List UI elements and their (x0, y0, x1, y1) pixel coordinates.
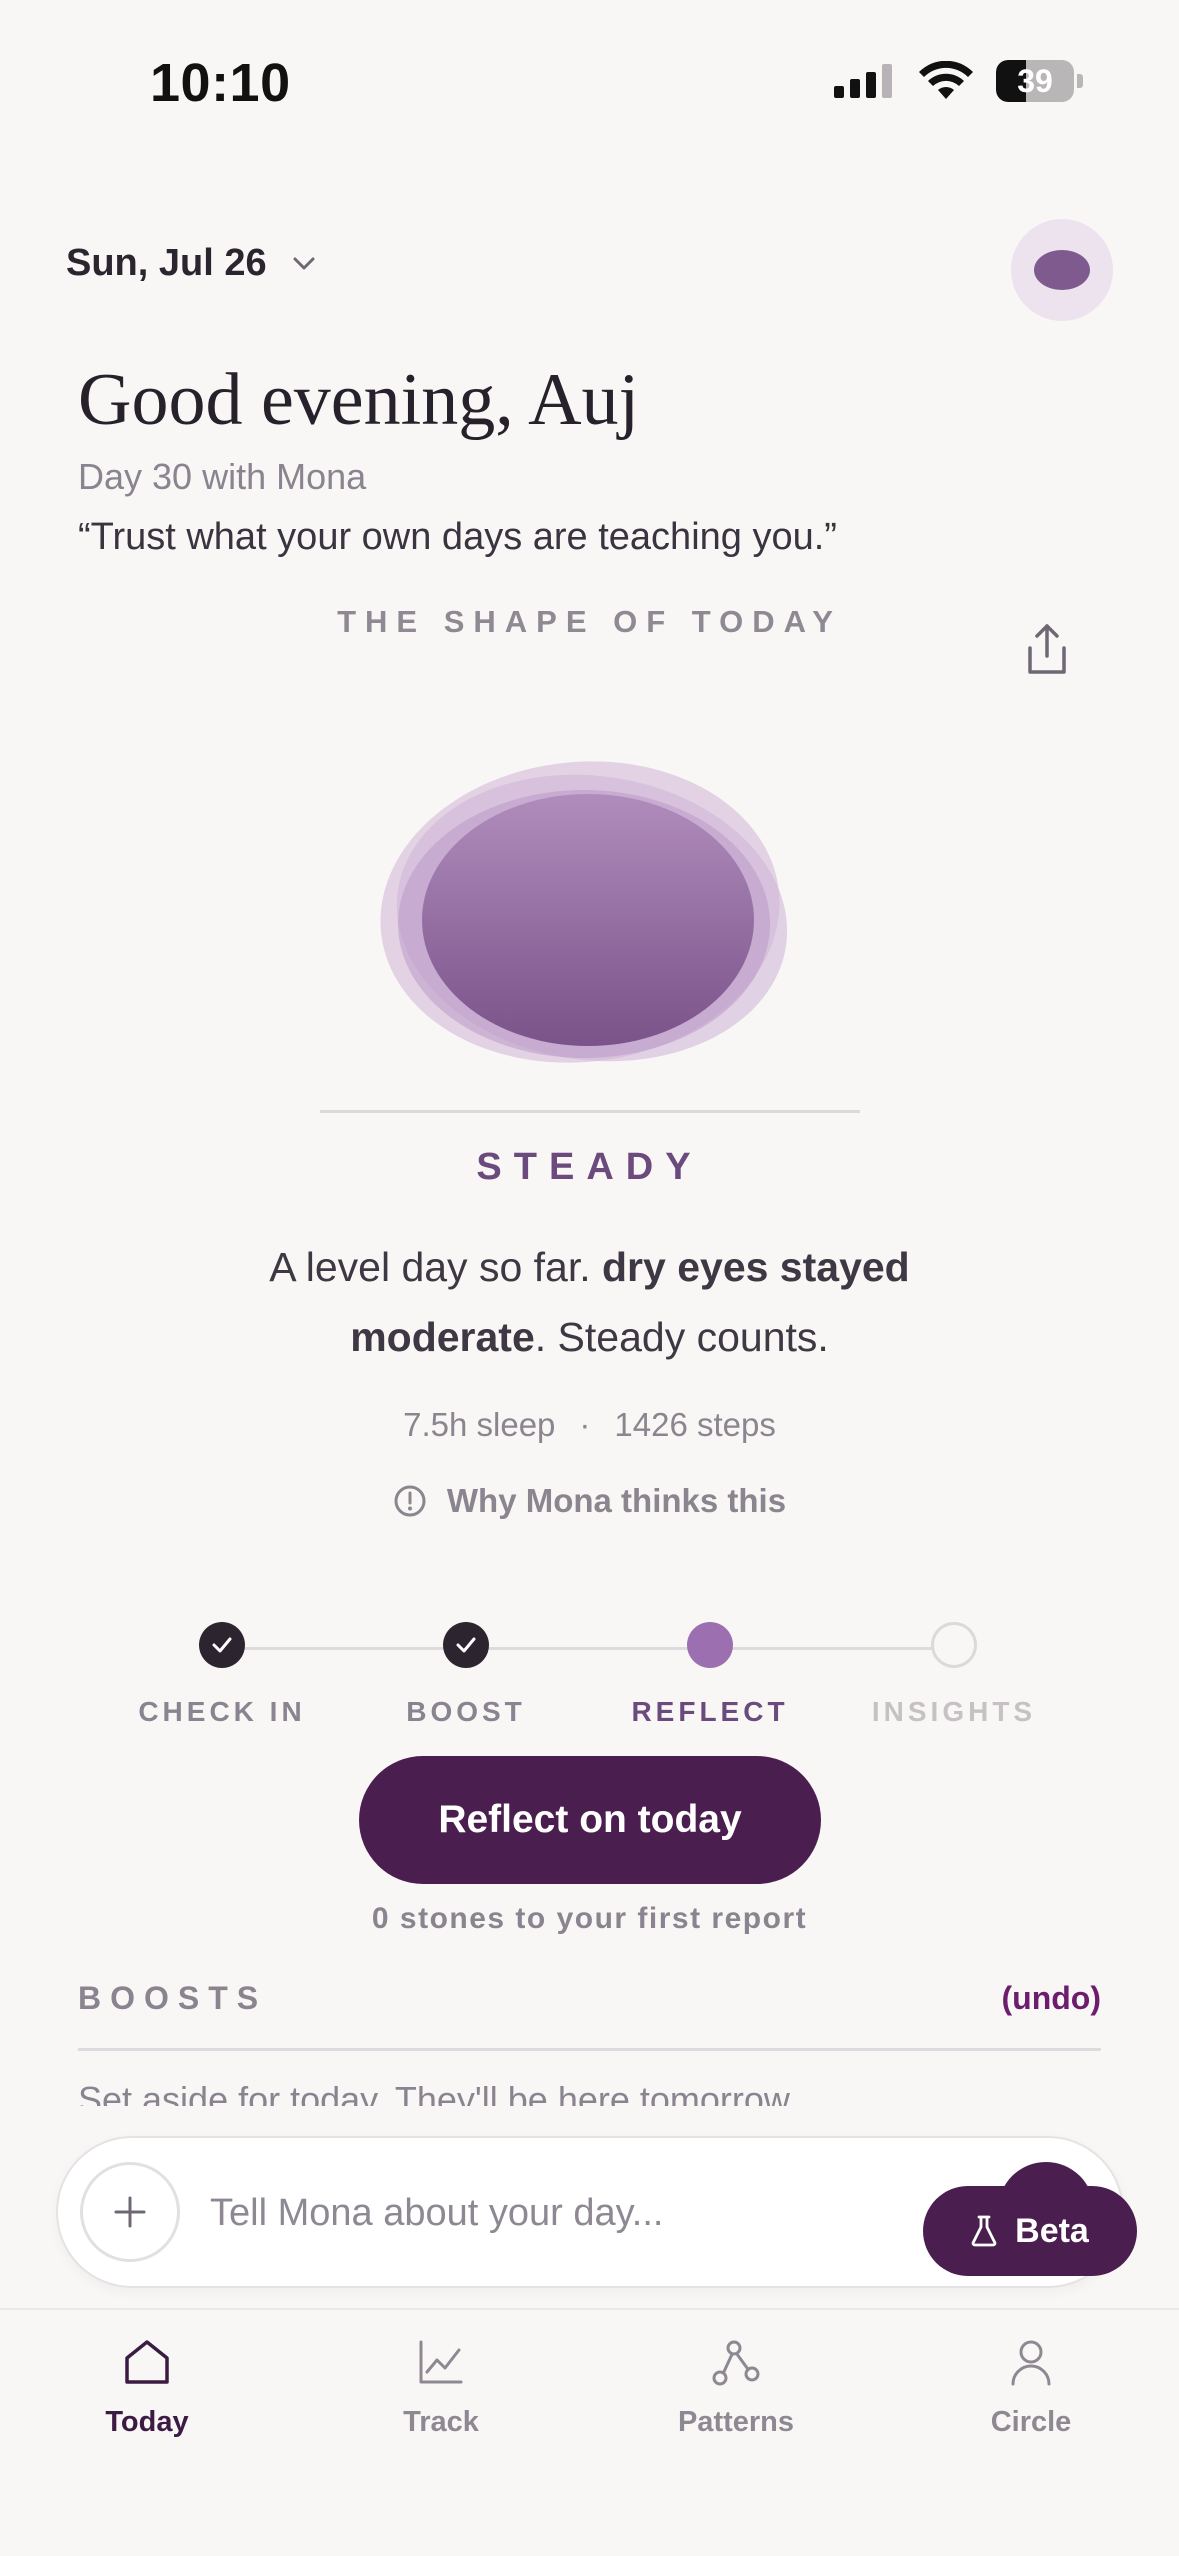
chat-input[interactable] (210, 2178, 850, 2248)
status-icons: 39 (834, 60, 1083, 102)
boosts-note: Set aside for today. They'll be here tom… (78, 2079, 798, 2106)
plus-icon (114, 2196, 146, 2228)
boosts-divider (78, 2048, 1101, 2051)
wifi-icon (919, 61, 973, 99)
undo-button[interactable]: (undo) (1002, 1980, 1102, 2017)
steps-metric: 1426 steps (614, 1406, 776, 1443)
beta-label: Beta (1015, 2211, 1089, 2250)
reflect-button[interactable]: Reflect on today (359, 1756, 821, 1884)
mood-summary-start: A level day so far. (269, 1244, 603, 1290)
network-icon (712, 2340, 760, 2386)
checkmark-icon (212, 1637, 232, 1653)
tab-patterns[interactable]: Patterns (636, 2336, 836, 2439)
tab-circle[interactable]: Circle (931, 2336, 1131, 2439)
tab-track-label: Track (403, 2406, 479, 2438)
battery-cap (1077, 74, 1083, 88)
beta-button[interactable]: Beta (923, 2186, 1137, 2276)
add-attachment-button[interactable] (80, 2162, 180, 2262)
step-check-in[interactable]: CHECK IN (102, 1622, 342, 1728)
shape-section-label: THE SHAPE OF TODAY (337, 604, 842, 639)
step-check-in-indicator (199, 1622, 245, 1668)
daily-quote: “Trust what your own days are teaching y… (78, 516, 837, 558)
step-insights-indicator (931, 1622, 977, 1668)
mood-shape-graphic (380, 761, 788, 1063)
tab-today[interactable]: Today (47, 2336, 247, 2439)
day-count: Day 30 with Mona (78, 456, 367, 497)
step-check-in-label: CHECK IN (138, 1696, 306, 1727)
step-boost-indicator (443, 1622, 489, 1668)
tab-today-label: Today (105, 2406, 189, 2438)
share-icon[interactable] (1022, 622, 1072, 678)
mood-blob-icon (1034, 250, 1090, 290)
mood-summary-end: . Steady counts. (534, 1314, 829, 1360)
step-boost-label: BOOST (406, 1696, 526, 1727)
stones-progress-text: 0 stones to your first report (371, 1902, 808, 1935)
sleep-metric: 7.5h sleep (403, 1406, 556, 1443)
step-reflect[interactable]: REFLECT (590, 1622, 830, 1728)
step-boost[interactable]: BOOST (346, 1622, 586, 1728)
mood-divider (320, 1110, 860, 1113)
battery-percent: 39 (1017, 62, 1053, 99)
status-time: 10:10 (150, 53, 291, 113)
step-reflect-label: REFLECT (631, 1696, 789, 1727)
info-icon (394, 1485, 426, 1517)
battery-icon: 39 (996, 60, 1074, 102)
step-insights-label: INSIGHTS (871, 1696, 1037, 1727)
date-label: Sun, Jul 26 (66, 242, 267, 284)
date-selector[interactable]: Sun, Jul 26 (66, 242, 315, 285)
cellular-signal-icon (834, 64, 892, 98)
mood-summary: A level day so far. dry eyes stayed mode… (200, 1232, 979, 1372)
person-icon (1011, 2340, 1051, 2386)
flask-icon (971, 2215, 997, 2247)
step-insights[interactable]: INSIGHTS (834, 1622, 1074, 1728)
greeting-title: Good evening, Auj (78, 359, 640, 441)
daily-metrics: 7.5h sleep · 1426 steps (0, 1406, 1179, 1444)
step-reflect-indicator (687, 1622, 733, 1668)
why-mona-link[interactable]: Why Mona thinks this (0, 1482, 1179, 1520)
mood-word: STEADY (476, 1146, 703, 1188)
checkmark-icon (456, 1637, 476, 1653)
home-icon (125, 2340, 169, 2384)
profile-avatar-button[interactable] (1011, 219, 1113, 321)
tab-circle-label: Circle (990, 2406, 1072, 2438)
boosts-heading: BOOSTS (78, 1980, 268, 2016)
tab-patterns-label: Patterns (677, 2406, 795, 2438)
tab-track[interactable]: Track (341, 2336, 541, 2439)
chevron-down-icon (293, 257, 315, 269)
why-mona-label: Why Mona thinks this (446, 1482, 787, 1519)
metric-separator: · (579, 1406, 591, 1443)
chart-line-icon (419, 2340, 463, 2384)
